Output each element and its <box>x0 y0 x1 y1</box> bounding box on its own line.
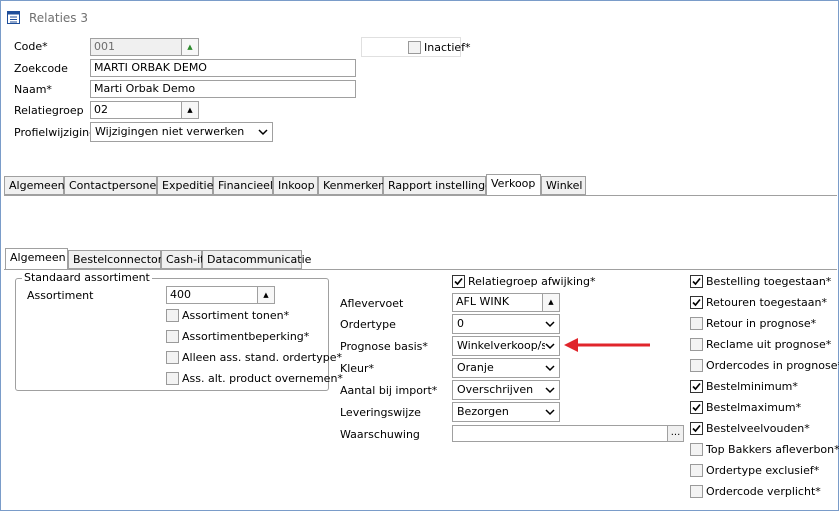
ass-alt-label: Ass. alt. product overnemen* <box>182 372 343 385</box>
profielwijziging-value: Wijzigingen niet verwerken <box>95 125 245 138</box>
kleur-select[interactable]: Oranje <box>452 358 560 378</box>
tab-inkoop[interactable]: Inkoop <box>273 176 318 195</box>
code-label: Code* <box>14 40 48 53</box>
profielwijziging-select[interactable]: Wijzigingen niet verwerken <box>90 122 273 142</box>
inactief-checkbox[interactable] <box>408 41 421 54</box>
assortimentbeperking-checkbox[interactable] <box>166 330 179 343</box>
aflevervoet-label: Aflevervoet <box>340 297 404 310</box>
tab-contactpersonen[interactable]: Contactpersonen <box>64 176 163 195</box>
bestelminimum-checkbox[interactable] <box>690 380 703 393</box>
top-bakkers-afleverbon-checkbox[interactable] <box>690 443 703 456</box>
zoekcode-label: Zoekcode <box>14 62 68 75</box>
chevron-down-icon <box>545 321 555 328</box>
ordercode-verplicht-checkbox[interactable] <box>690 485 703 498</box>
ordertype-label: Ordertype <box>340 318 396 331</box>
alleen-ass-checkbox[interactable] <box>166 351 179 364</box>
prognose-basis-value: Winkelverkoop/st <box>457 339 552 352</box>
reclame-uit-prognose-checkbox[interactable] <box>690 338 703 351</box>
aantal-bij-import-value: Overschrijven <box>457 383 534 396</box>
bestelveelvouden-checkbox[interactable] <box>690 422 703 435</box>
top-bakkers-afleverbon-label: Top Bakkers afleverbon* <box>706 443 839 456</box>
retouren-toegestaan-checkbox[interactable] <box>690 296 703 309</box>
ordertype-exclusief-label: Ordertype exclusief* <box>706 464 820 477</box>
tab-rapport-instellingen[interactable]: Rapport instellingen <box>383 176 499 195</box>
chevron-down-icon <box>545 387 555 394</box>
annotation-arrow-icon <box>564 338 650 352</box>
ass-alt-checkbox[interactable] <box>166 372 179 385</box>
bestelminimum-label: Bestelminimum* <box>706 380 798 393</box>
tab-algemeen[interactable]: Algemeen <box>4 176 65 195</box>
bestelmaximum-label: Bestelmaximum* <box>706 401 802 414</box>
ordercodes-in-prognose-checkbox[interactable] <box>690 359 703 372</box>
bestelling-toegestaan-label: Bestelling toegestaan* <box>706 275 832 288</box>
chevron-down-icon <box>258 129 268 136</box>
waarschuwing-ellipsis-button[interactable]: ... <box>668 425 684 442</box>
prognose-basis-label: Prognose basis* <box>340 340 428 353</box>
window-list-icon <box>7 11 20 24</box>
aflevervoet-field[interactable]: AFL WINK <box>452 293 543 312</box>
tab-kenmerken[interactable]: Kenmerken <box>318 176 385 195</box>
retour-in-prognose-label: Retour in prognose* <box>706 317 817 330</box>
main-tab-divider <box>4 195 837 196</box>
zoekcode-field[interactable]: MARTI ORBAK DEMO <box>90 59 356 77</box>
relatiegroep-field[interactable]: 02 <box>90 101 182 119</box>
assortiment-spin-icon[interactable]: ▲ <box>258 286 275 304</box>
code-spin-up-icon[interactable]: ▲ <box>182 38 199 56</box>
aflevervoet-spin-icon[interactable]: ▲ <box>543 293 560 312</box>
assortimentbeperking-label: Assortimentbeperking* <box>182 330 310 343</box>
chevron-down-icon <box>545 365 555 372</box>
tab-verkoop[interactable]: Verkoop <box>486 174 541 195</box>
tab-expeditie[interactable]: Expeditie <box>157 176 213 195</box>
naam-label: Naam* <box>14 83 52 96</box>
bestelveelvouden-label: Bestelveelvouden* <box>706 422 810 435</box>
subtab-algemeen[interactable]: Algemeen <box>5 248 68 269</box>
assortiment-label: Assortiment <box>27 289 94 302</box>
aantal-bij-import-select[interactable]: Overschrijven <box>452 380 560 400</box>
chevron-down-icon <box>545 341 555 351</box>
assortiment-tonen-label: Assortiment tonen* <box>182 309 290 322</box>
window-title: Relaties 3 <box>29 11 88 25</box>
standaard-assortiment-legend: Standaard assortiment <box>22 271 152 284</box>
ordertype-value: 0 <box>457 317 464 330</box>
waarschuwing-field[interactable] <box>452 425 668 442</box>
subtab-cash-it[interactable]: Cash-it <box>161 250 204 269</box>
ordertype-select[interactable]: 0 <box>452 314 560 334</box>
tab-financieel[interactable]: Financieel <box>213 176 273 195</box>
profielwijziging-label: Profielwijziging* <box>14 126 102 139</box>
assortiment-field[interactable]: 400 <box>166 286 258 304</box>
ordertype-exclusief-checkbox[interactable] <box>690 464 703 477</box>
leveringswijze-label: Leveringswijze <box>340 406 421 419</box>
bestelmaximum-checkbox[interactable] <box>690 401 703 414</box>
aantal-bij-import-label: Aantal bij import* <box>340 384 438 397</box>
alleen-ass-label: Alleen ass. stand. ordertype* <box>182 351 342 364</box>
retouren-toegestaan-label: Retouren toegestaan* <box>706 296 828 309</box>
sub-tab-divider <box>4 269 837 270</box>
naam-field[interactable]: Marti Orbak Demo <box>90 80 356 98</box>
leveringswijze-value: Bezorgen <box>457 405 509 418</box>
relatiegroep-spin-icon[interactable]: ▲ <box>182 101 199 119</box>
subtab-datacommunicatie[interactable]: Datacommunicatie <box>202 250 311 269</box>
reclame-uit-prognose-label: Reclame uit prognose* <box>706 338 832 351</box>
relatiegroep-afwijking-checkbox[interactable] <box>452 275 465 288</box>
chevron-down-icon <box>545 409 555 416</box>
kleur-label: Kleur* <box>340 362 375 375</box>
ordercodes-in-prognose-label: Ordercodes in prognose* <box>706 359 839 372</box>
relatiegroep-label: Relatiegroep <box>14 104 84 117</box>
leveringswijze-select[interactable]: Bezorgen <box>452 402 560 422</box>
assortiment-tonen-checkbox[interactable] <box>166 309 179 322</box>
retour-in-prognose-checkbox[interactable] <box>690 317 703 330</box>
relatiegroep-afwijking-label: Relatiegroep afwijking* <box>468 275 596 288</box>
inactief-label: Inactief* <box>424 41 471 54</box>
ordercode-verplicht-label: Ordercode verplicht* <box>706 485 821 498</box>
code-field[interactable]: 001 <box>90 38 182 56</box>
tab-winkel[interactable]: Winkel <box>541 176 586 195</box>
waarschuwing-label: Waarschuwing <box>340 428 420 441</box>
subtab-bestelconnector[interactable]: Bestelconnector <box>68 250 162 269</box>
prognose-basis-select[interactable]: Winkelverkoop/st <box>452 336 560 356</box>
bestelling-toegestaan-checkbox[interactable] <box>690 275 703 288</box>
kleur-value: Oranje <box>457 361 494 374</box>
